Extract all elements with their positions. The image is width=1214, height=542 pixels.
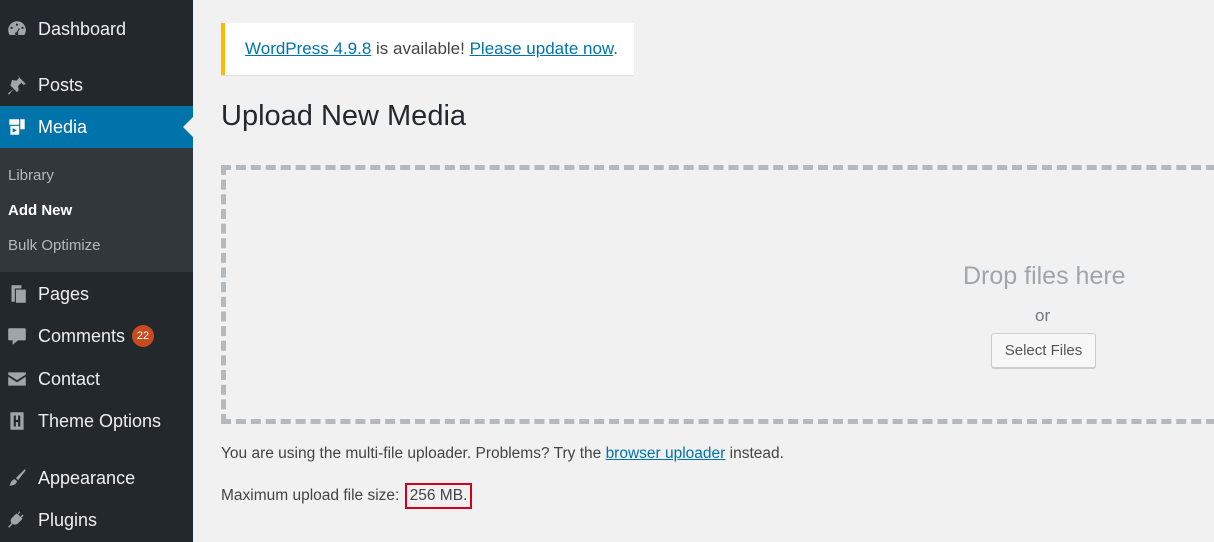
submenu-item-add-new[interactable]: Add New [8,202,72,219]
update-now-link[interactable]: Please update now [470,39,614,58]
browser-uploader-link[interactable]: browser uploader [606,445,726,462]
notice-end-text: . [613,39,618,58]
menu-item-plugins[interactable]: Plugins [0,499,193,541]
menu-label: Theme Options [38,410,162,431]
menu-label: Appearance [38,467,136,488]
submenu-item-bulk-optimize[interactable]: Bulk Optimize [8,237,101,254]
update-notice: WordPress 4.9.8 is available! Please upd… [221,23,634,75]
menu-item-comments[interactable]: Comments 22 [0,315,193,357]
notice-text: is available! [371,39,470,58]
plug-icon [4,509,30,531]
menu-label: Posts [38,74,84,95]
wordpress-version-link[interactable]: WordPress 4.9.8 [245,39,371,58]
select-files-button[interactable]: Select Files [991,333,1096,368]
menu-label: Dashboard [38,18,127,39]
submenu-item-library[interactable]: Library [8,167,54,184]
comment-icon [4,325,30,347]
pages-icon [4,283,30,305]
menu-item-contact[interactable]: Contact [0,358,193,400]
max-size-value: 256 MB. [404,483,473,509]
menu-label: Pages [38,283,90,304]
comment-count-badge: 22 [132,325,155,347]
uploader-text: You are using the multi-file uploader. P… [221,445,606,462]
uploader-text-end: instead. [725,445,784,462]
theme-options-icon [4,410,30,432]
file-drop-zone[interactable] [221,165,1214,424]
or-text: or [1035,306,1051,325]
menu-label: Contact [38,368,101,389]
paintbrush-icon [4,467,30,489]
media-icon [4,116,30,138]
menu-item-posts[interactable]: Posts [0,64,193,106]
menu-item-pages[interactable]: Pages [0,273,193,315]
drop-files-text: Drop files here [963,262,1126,290]
pin-icon [4,74,30,96]
admin-sidebar: Dashboard Posts Media Library Add New Bu… [0,0,193,542]
max-upload-size: Maximum upload file size: 256 MB. [221,483,473,509]
menu-label: Media [38,116,88,137]
envelope-icon [4,368,30,390]
active-indicator-arrow [183,117,193,137]
media-submenu: Library Add New Bulk Optimize [0,148,193,272]
menu-label: Comments [38,325,126,346]
menu-label: Plugins [38,509,98,530]
menu-item-theme-options[interactable]: Theme Options [0,400,193,442]
max-size-label: Maximum upload file size: [221,487,404,504]
dashboard-icon [4,18,30,40]
menu-item-appearance[interactable]: Appearance [0,457,193,499]
uploader-info: You are using the multi-file uploader. P… [221,445,784,463]
menu-item-dashboard[interactable]: Dashboard [0,8,193,50]
page-title: Upload New Media [221,100,467,132]
menu-item-media[interactable]: Media [0,106,193,148]
